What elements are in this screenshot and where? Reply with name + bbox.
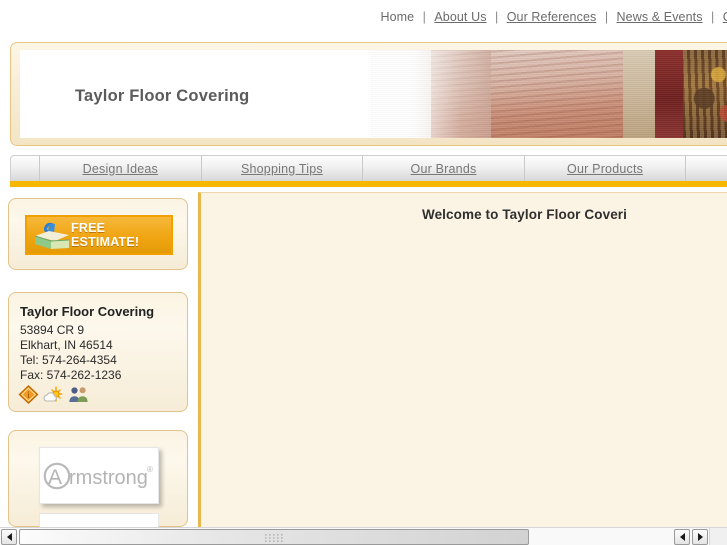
topnav-link-contact-us[interactable]: Contact Us (722, 10, 727, 24)
tab-design-ideas[interactable]: Design Ideas (40, 156, 202, 181)
browser-viewport: Home | About Us | Our References | News … (0, 0, 727, 545)
contact-address-line1: 53894 CR 9 (20, 323, 85, 337)
topnav-link-news-events[interactable]: News & Events (616, 10, 704, 24)
scroll-left-icon (679, 533, 685, 541)
horizontal-scrollbar[interactable] (0, 527, 727, 545)
tab-label: Shopping Tips (240, 161, 323, 176)
main-content-panel: Welcome to Taylor Floor Coveri (198, 192, 727, 527)
scroll-right-icon (697, 533, 703, 541)
topnav-separator: | (422, 10, 426, 24)
site-title: Taylor Floor Covering (75, 87, 250, 105)
contact-company-name: Taylor Floor Covering (20, 304, 155, 319)
scrollbar-grip-icon (265, 534, 283, 542)
primary-tab-bar: Design Ideas Shopping Tips Our Brands Ou… (10, 155, 727, 181)
tab-label: Our Brands (410, 161, 477, 176)
free-estimate-label: FREE ESTIMATE! (71, 221, 140, 249)
scroll-left-button[interactable] (1, 529, 17, 545)
horizontal-scrollbar-thumb[interactable] (19, 529, 529, 545)
brand-logo-armstrong[interactable]: A rmstrong ® (39, 447, 159, 504)
topnav-separator: | (604, 10, 609, 24)
scroll-left-icon (6, 533, 12, 541)
svg-text:A: A (48, 466, 62, 489)
welcome-heading: Welcome to Taylor Floor Coveri (421, 207, 628, 222)
scrollbar-corner (709, 527, 727, 545)
contact-fax: Fax: 574-262-1236 (20, 368, 122, 382)
contact-icon-row: i (18, 385, 89, 404)
tab-our-brands[interactable]: Our Brands (363, 156, 525, 181)
svg-text:®: ® (147, 465, 153, 474)
site-banner: Taylor Floor Covering (10, 42, 727, 146)
page-canvas: Home | About Us | Our References | News … (0, 0, 727, 527)
scroll-right-button[interactable] (692, 529, 708, 545)
topnav-link-about-us[interactable]: About Us (433, 10, 487, 24)
top-utility-nav: Home | About Us | Our References | News … (0, 0, 727, 36)
armstrong-wordmark-icon: A rmstrong ® (43, 462, 153, 489)
banner-photo (371, 50, 727, 138)
brand-logos-panel: A rmstrong ® (8, 430, 188, 527)
banner-inner: Taylor Floor Covering (20, 50, 727, 138)
banner-photo-grain (371, 50, 727, 138)
free-estimate-button[interactable]: FREE ESTIMATE! (25, 215, 173, 255)
svg-text:rmstrong: rmstrong (69, 467, 148, 489)
tab-label: Design Ideas (82, 161, 158, 176)
tab-our-products[interactable]: Our Products (525, 156, 687, 181)
topnav-link-home[interactable]: Home (379, 10, 415, 24)
tab-on-sale-now[interactable]: On Sale Now (686, 156, 727, 181)
people-icon[interactable] (68, 385, 89, 404)
scroll-page-left-button[interactable] (674, 529, 690, 545)
tab-bar-spacer (11, 156, 40, 181)
weather-sun-cloud-icon[interactable] (43, 385, 64, 404)
directions-sign-icon[interactable]: i (18, 385, 39, 404)
tab-shopping-tips[interactable]: Shopping Tips (202, 156, 364, 181)
contact-phone: Tel: 574-264-4354 (20, 353, 117, 367)
free-estimate-panel: FREE ESTIMATE! (8, 198, 188, 270)
money-stack-icon (34, 222, 70, 249)
contact-address-line2: Elkhart, IN 46514 (20, 338, 113, 352)
contact-info-panel: Taylor Floor Covering 53894 CR 9 Elkhart… (8, 292, 188, 412)
brand-logo-secondary[interactable] (39, 513, 159, 527)
topnav-separator: | (711, 10, 715, 24)
tab-bar-underline (10, 181, 727, 187)
topnav-separator: | (495, 10, 499, 24)
topnav-link-our-references[interactable]: Our References (506, 10, 598, 24)
tab-label: Our Products (567, 161, 644, 176)
